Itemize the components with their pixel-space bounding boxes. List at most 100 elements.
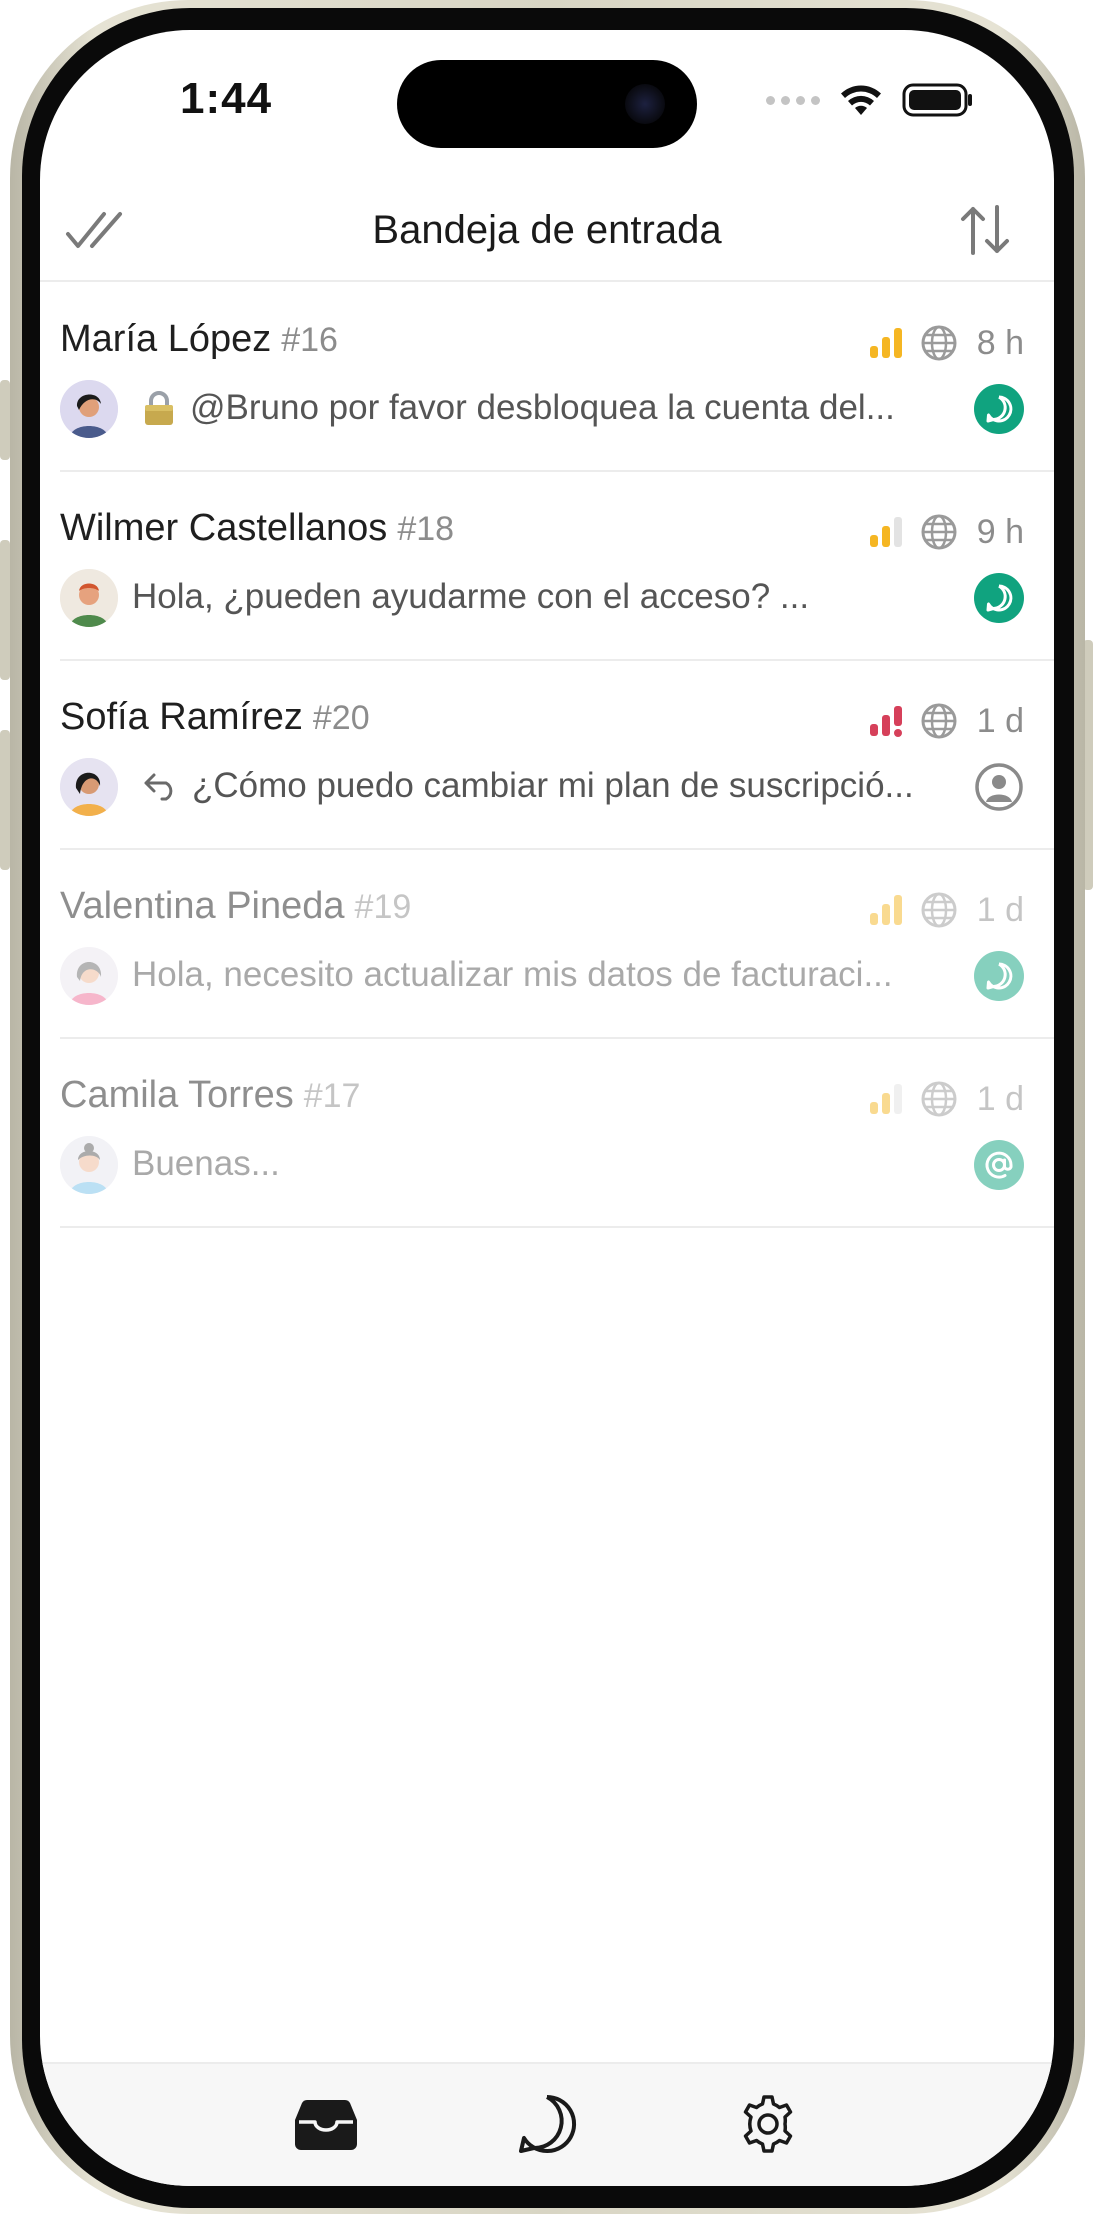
conversation-item[interactable]: Camila Torres #17 1 d Buenas... bbox=[60, 1038, 1054, 1226]
conversation-header: Wilmer Castellanos #18 9 h bbox=[60, 507, 1024, 557]
conversation-meta: 1 d bbox=[868, 696, 1024, 746]
priority-low-icon bbox=[870, 517, 902, 547]
contact-name: Camila Torres bbox=[60, 1074, 294, 1116]
message-preview-text: Hola, necesito actualizar mis datos de f… bbox=[132, 955, 893, 994]
reply-icon bbox=[144, 773, 173, 801]
page-title: Bandeja de entrada bbox=[372, 208, 722, 252]
conversation-number: #18 bbox=[397, 510, 455, 548]
contact-name-wrap: Sofía Ramírez #20 bbox=[60, 696, 370, 739]
message-preview-text: Buenas... bbox=[132, 1144, 280, 1183]
conversation-header: Camila Torres #17 1 d bbox=[60, 1074, 1024, 1124]
chat-bubble-icon bbox=[519, 2094, 577, 2153]
conversation-item[interactable]: Valentina Pineda #19 1 d Hola, necesito … bbox=[60, 849, 1054, 1037]
wifi-icon bbox=[841, 85, 881, 115]
conversation-number: #20 bbox=[312, 699, 370, 737]
channel-badge bbox=[974, 762, 1024, 812]
conversation-meta: 1 d bbox=[868, 885, 1024, 935]
chat-icon bbox=[986, 395, 1013, 423]
message-preview-text: Hola, ¿pueden ayudarme con el acceso? ..… bbox=[132, 577, 810, 616]
lock-icon bbox=[145, 391, 173, 425]
status-indicators bbox=[766, 82, 974, 118]
tab-inbox[interactable] bbox=[286, 2084, 366, 2164]
avatar bbox=[60, 947, 118, 1005]
battery-icon bbox=[902, 83, 972, 117]
message-preview-text: @Bruno por favor desbloquea la cuenta de… bbox=[190, 388, 895, 427]
conversation-body: @Bruno por favor desbloquea la cuenta de… bbox=[60, 378, 1024, 440]
chat-icon bbox=[986, 584, 1013, 612]
conversation-meta: 8 h bbox=[868, 318, 1024, 368]
conversation-body: Buenas... bbox=[60, 1134, 1024, 1196]
conversation-header: María López #16 8 h bbox=[60, 318, 1024, 368]
conversation-item[interactable]: Sofía Ramírez #20 1 d ¿Cómo puedo cambia… bbox=[60, 660, 1054, 848]
conversation-number: #17 bbox=[303, 1077, 361, 1115]
message-preview: ¿Cómo puedo cambiar mi plan de suscripci… bbox=[142, 766, 914, 806]
globe-icon bbox=[921, 892, 957, 928]
priority-low-icon bbox=[870, 1084, 902, 1114]
sort-button[interactable] bbox=[950, 198, 1020, 262]
avatar bbox=[60, 569, 118, 627]
inbox-icon bbox=[295, 2100, 357, 2150]
contact-name: Valentina Pineda bbox=[60, 885, 345, 927]
contact-name: Wilmer Castellanos bbox=[60, 507, 388, 549]
conversation-body: Hola, necesito actualizar mis datos de f… bbox=[60, 945, 1024, 1007]
message-preview: @Bruno por favor desbloquea la cuenta de… bbox=[142, 388, 895, 428]
message-preview: Hola, ¿pueden ayudarme con el acceso? ..… bbox=[132, 577, 809, 617]
globe-icon bbox=[921, 703, 957, 739]
avatar bbox=[60, 1136, 118, 1194]
conversation-time: 1 d bbox=[976, 1079, 1024, 1118]
channel-badge bbox=[974, 384, 1024, 434]
avatar bbox=[60, 380, 118, 438]
conversation-time: 9 h bbox=[976, 512, 1024, 551]
conversation-time: 8 h bbox=[976, 323, 1024, 362]
bottom-tab-bar bbox=[40, 2062, 1054, 2186]
cellular-signal-icon bbox=[766, 95, 820, 105]
conversation-meta: 1 d bbox=[868, 1074, 1024, 1124]
phone-screen: 1:44 Bandeja de entrada María López #16 … bbox=[40, 30, 1054, 2186]
tab-settings[interactable] bbox=[728, 2084, 808, 2164]
volume-down-button bbox=[0, 730, 10, 870]
priority-urgent-icon bbox=[870, 706, 902, 737]
conversation-header: Sofía Ramírez #20 1 d bbox=[60, 696, 1024, 746]
priority-medium-icon bbox=[870, 328, 902, 358]
conversation-time: 1 d bbox=[976, 701, 1024, 740]
sort-arrows-icon bbox=[961, 205, 1009, 255]
conversation-item[interactable]: María López #16 8 h @Bruno por favor des… bbox=[60, 282, 1054, 470]
contact-name-wrap: María López #16 bbox=[60, 318, 338, 361]
avatar bbox=[60, 758, 118, 816]
dynamic-island bbox=[397, 60, 697, 148]
conversation-header: Valentina Pineda #19 1 d bbox=[60, 885, 1024, 935]
contact-name: Sofía Ramírez bbox=[60, 696, 303, 738]
priority-medium-icon bbox=[870, 895, 902, 925]
volume-up-button bbox=[0, 540, 10, 680]
status-time: 1:44 bbox=[180, 74, 273, 123]
channel-badge bbox=[974, 1140, 1024, 1190]
chat-icon bbox=[986, 962, 1013, 990]
globe-icon bbox=[921, 1081, 957, 1117]
contact-name-wrap: Camila Torres #17 bbox=[60, 1074, 360, 1117]
at-sign-icon bbox=[985, 1151, 1013, 1179]
inbox-header: Bandeja de entrada bbox=[40, 180, 1054, 280]
list-divider bbox=[60, 1226, 1054, 1228]
channel-badge bbox=[974, 951, 1024, 1001]
settings-gear-icon bbox=[743, 2095, 793, 2153]
conversation-item[interactable]: Wilmer Castellanos #18 9 h Hola, ¿pueden… bbox=[60, 471, 1054, 659]
message-preview: Hola, necesito actualizar mis datos de f… bbox=[132, 955, 893, 995]
action-button bbox=[0, 380, 10, 460]
user-circle-icon bbox=[975, 763, 1023, 811]
globe-icon bbox=[921, 514, 957, 550]
contact-name: María López bbox=[60, 318, 272, 360]
conversation-time: 1 d bbox=[976, 890, 1024, 929]
channel-badge bbox=[974, 573, 1024, 623]
app-screenshot: 1:44 Bandeja de entrada María López #16 … bbox=[0, 0, 1093, 2217]
conversation-number: #19 bbox=[354, 888, 412, 926]
conversation-meta: 9 h bbox=[868, 507, 1024, 557]
conversation-body: ¿Cómo puedo cambiar mi plan de suscripci… bbox=[60, 756, 1024, 818]
message-preview: Buenas... bbox=[132, 1144, 280, 1184]
conversation-number: #16 bbox=[281, 321, 338, 359]
globe-icon bbox=[921, 325, 957, 361]
contact-name-wrap: Wilmer Castellanos #18 bbox=[60, 507, 454, 550]
front-camera bbox=[625, 84, 665, 124]
contact-name-wrap: Valentina Pineda #19 bbox=[60, 885, 411, 928]
conversation-body: Hola, ¿pueden ayudarme con el acceso? ..… bbox=[60, 567, 1024, 629]
tab-chats[interactable] bbox=[507, 2084, 587, 2164]
